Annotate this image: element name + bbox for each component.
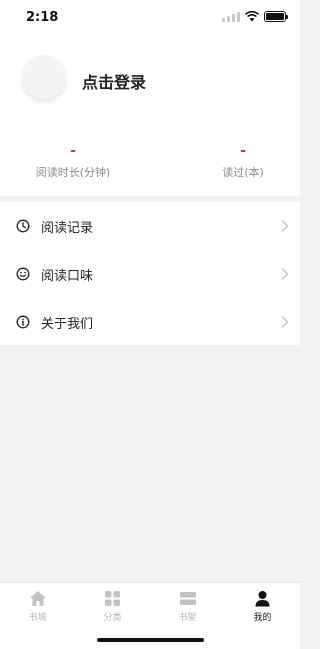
- wifi-icon: [245, 11, 259, 22]
- avatar[interactable]: [22, 55, 66, 99]
- menu-item-label: 关于我们: [41, 317, 94, 332]
- status-icons: [222, 11, 288, 22]
- menu-item-label: 阅读口味: [41, 269, 94, 284]
- reading-time-label: 阅读时长(分钟): [35, 166, 111, 179]
- tab-bookshelf[interactable]: 书架: [150, 590, 225, 623]
- tab-category[interactable]: 分类: [75, 590, 150, 623]
- home-icon: [29, 591, 46, 606]
- person-icon: [255, 591, 270, 607]
- books-read-stat: - 读过(本): [218, 144, 268, 180]
- menu-item-reading-history[interactable]: 阅读记录: [0, 202, 300, 250]
- reading-time-stat: - 阅读时长(分钟): [32, 144, 114, 180]
- tab-label: 书架: [178, 613, 197, 623]
- home-indicator: [97, 638, 204, 642]
- status-time: 2:18: [26, 10, 59, 25]
- status-bar: 2:18: [0, 0, 300, 36]
- profile-header: 2:18 点击登录 - 阅读时长(分钟) - 读过(本): [0, 0, 300, 196]
- tab-mine[interactable]: 我的: [225, 590, 300, 623]
- chevron-right-icon: [281, 220, 289, 232]
- menu-item-label: 阅读记录: [41, 221, 94, 236]
- chevron-right-icon: [281, 316, 289, 328]
- books-read-label: 读过(本): [222, 166, 264, 179]
- smile-icon: [16, 267, 30, 281]
- signal-icon: [222, 11, 240, 22]
- login-link[interactable]: 点击登录: [82, 69, 146, 93]
- bookshelf-icon: [179, 592, 196, 605]
- reading-time-value: -: [70, 143, 76, 159]
- books-read-value: -: [240, 143, 246, 159]
- settings-menu: 阅读记录 阅读口味 关于我们: [0, 202, 300, 345]
- tab-bookstore[interactable]: 书城: [0, 590, 75, 623]
- tab-label: 我的: [253, 613, 272, 623]
- info-icon: [16, 315, 30, 329]
- menu-item-reading-taste[interactable]: 阅读口味: [0, 250, 300, 298]
- menu-item-about-us[interactable]: 关于我们: [0, 298, 300, 346]
- chevron-right-icon: [281, 268, 289, 280]
- battery-icon: [264, 11, 288, 22]
- clock-icon: [16, 219, 30, 233]
- grid-icon: [105, 591, 120, 606]
- tab-label: 书城: [28, 613, 47, 623]
- tab-label: 分类: [103, 613, 122, 623]
